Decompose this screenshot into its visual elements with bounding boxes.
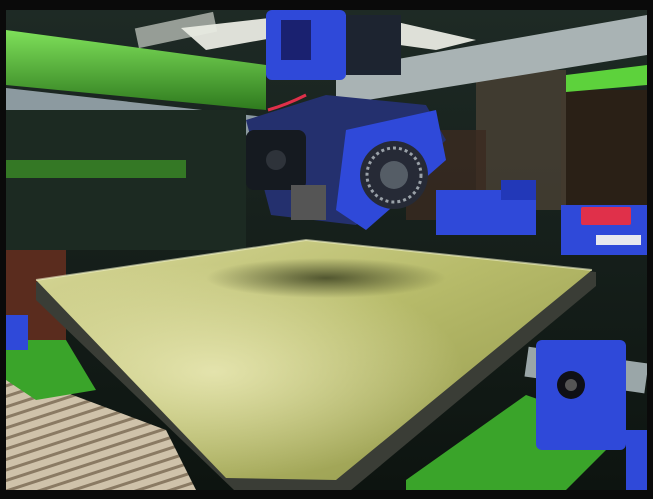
carriage-top-dark [281,20,311,60]
white-piece [596,235,641,245]
left-green-bar [6,160,186,178]
right-mount-top [501,180,536,200]
stepper-motor [346,15,401,75]
build-plate-reflection [206,258,446,298]
cooling-fan-hub [380,161,408,189]
far-right-bracket [626,430,647,490]
hotend-block [291,185,326,220]
left-dark-panel [6,110,246,250]
printer-photo [6,10,647,490]
left-blue-block [6,315,28,350]
photo-frame [6,10,647,490]
right-rail-mount [536,340,626,450]
heat-sink-fan-hub [266,150,286,170]
red-clip [581,207,631,225]
room-window [561,90,647,210]
mount-bolt-inner [565,379,577,391]
